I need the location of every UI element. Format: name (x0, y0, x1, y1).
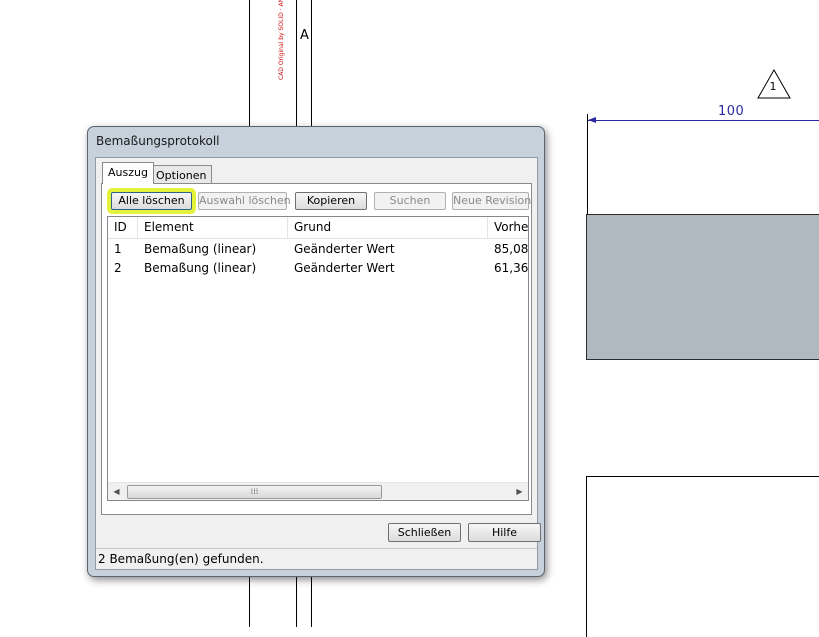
dimension-list[interactable]: ID Element Grund Vorher 1 Bemaßung (line… (107, 216, 529, 501)
cell-id: 2 (114, 261, 122, 275)
cell-element: Bemaßung (linear) (144, 242, 257, 256)
cell-vorher: 61,36 m (494, 261, 529, 275)
cad-letter: A (300, 28, 309, 43)
scrollbar-thumb[interactable]: ⁞⁞⁞ (127, 485, 382, 499)
table-row[interactable]: 2 Bemaßung (linear) Geänderter Wert 61,3… (108, 259, 528, 278)
column-header-grund[interactable]: Grund (288, 217, 488, 238)
cell-grund: Geänderter Wert (294, 261, 395, 275)
delete-all-button[interactable]: Alle löschen (111, 192, 192, 210)
dimension-line[interactable] (588, 120, 819, 121)
cad-block[interactable] (586, 214, 819, 360)
cad-frame (586, 476, 819, 637)
dimension-arrow-icon (588, 117, 596, 123)
column-header-element[interactable]: Element (138, 217, 288, 238)
horizontal-scrollbar[interactable]: ◀ ⁞⁞⁞ ▶ (108, 482, 528, 500)
column-header-vorher[interactable]: Vorher (488, 217, 528, 238)
tab-panel-auszug: Alle löschen Auswahl löschen Kopieren Su… (101, 183, 532, 515)
dialog-client-area: Auszug Optionen Alle löschen Auswahl lös… (95, 157, 541, 570)
cell-grund: Geänderter Wert (294, 242, 395, 256)
status-bar: 2 Bemaßung(en) gefunden. (96, 548, 537, 569)
copy-button[interactable]: Kopieren (295, 192, 367, 210)
revision-number: 1 (769, 80, 777, 93)
tab-optionen[interactable]: Optionen (150, 165, 213, 185)
scroll-right-icon[interactable]: ▶ (511, 483, 528, 500)
dimension-log-dialog: Bemaßungsprotokoll Auszug Optionen Alle … (87, 126, 545, 577)
search-button[interactable]: Suchen (374, 192, 446, 210)
delete-selection-button[interactable]: Auswahl löschen (198, 192, 291, 210)
close-button[interactable]: Schließen (388, 523, 461, 542)
dimension-extension-line (587, 114, 588, 214)
help-button[interactable]: Hilfe (468, 523, 541, 542)
new-revision-button[interactable]: Neue Revision (452, 192, 531, 210)
cad-red-annotation: CAD Original by SOLID · ANY modification… (278, 0, 285, 80)
cell-element: Bemaßung (linear) (144, 261, 257, 275)
cell-id: 1 (114, 242, 122, 256)
status-text: 2 Bemaßung(en) gefunden. (98, 552, 264, 566)
dialog-title: Bemaßungsprotokoll (96, 134, 220, 148)
cell-vorher: 85,08 m (494, 242, 529, 256)
tab-auszug[interactable]: Auszug (102, 162, 154, 184)
column-header-id[interactable]: ID (108, 217, 138, 238)
dimension-value[interactable]: 100 (718, 104, 744, 119)
scroll-left-icon[interactable]: ◀ (108, 483, 125, 500)
table-row[interactable]: 1 Bemaßung (linear) Geänderter Wert 85,0… (108, 240, 528, 259)
list-header: ID Element Grund Vorher (108, 217, 528, 239)
